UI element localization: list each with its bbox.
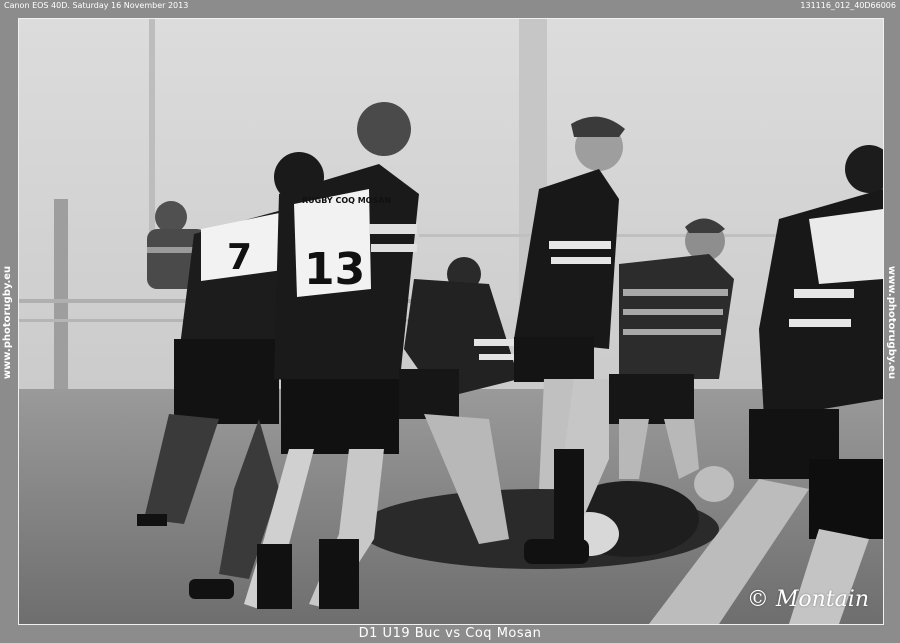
left-watermark-url: www.photorugby.eu — [2, 265, 14, 380]
match-caption: D1 U19 Buc vs Coq Mosan — [358, 626, 542, 641]
rugby-photo: 7 13 RUGBY COQ MOSAN © Montain — [18, 18, 884, 625]
jersey-number-13: 13 — [304, 244, 365, 295]
jersey-club-text: RUGBY COQ MOSAN — [302, 196, 391, 205]
photo-frame: Canon EOS 40D. Saturday 16 November 2013… — [0, 0, 900, 643]
right-watermark: www.photorugby.eu — [886, 250, 898, 395]
photographer-credit: © Montain — [746, 587, 869, 612]
right-watermark-url: www.photorugby.eu — [886, 265, 898, 380]
camera-info-text: Canon EOS 40D. Saturday 16 November 2013 — [4, 1, 189, 10]
jersey-number-7: 7 — [227, 237, 252, 278]
left-watermark: www.photorugby.eu — [2, 250, 14, 395]
image-code-text: 131116_012_40D66006 — [800, 1, 896, 10]
rugby-scene-illustration: 7 13 RUGBY COQ MOSAN — [19, 19, 883, 624]
